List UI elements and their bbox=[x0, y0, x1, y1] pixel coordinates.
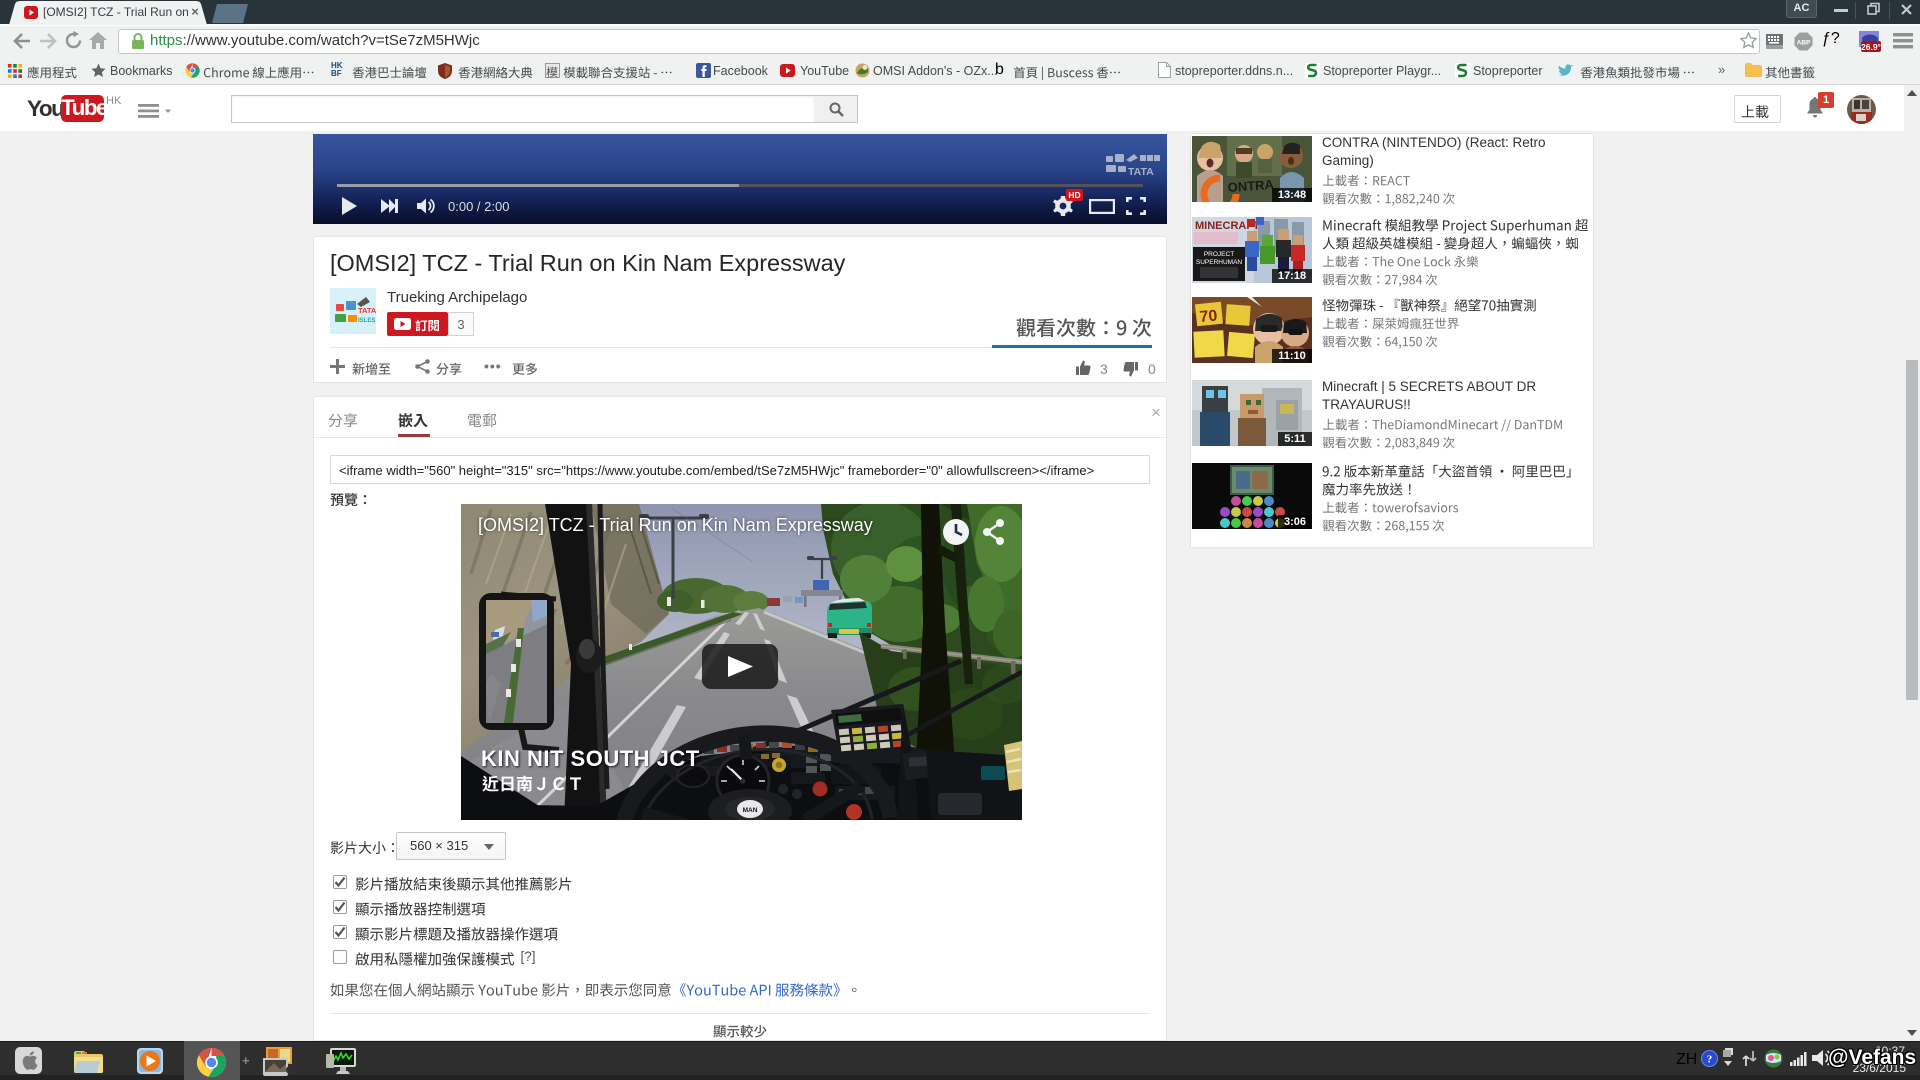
svg-text:TATA: TATA bbox=[1128, 166, 1154, 178]
svg-text:MAN: MAN bbox=[743, 807, 758, 814]
svg-text:?: ? bbox=[1707, 1054, 1713, 1066]
svg-text:PROJECT: PROJECT bbox=[1204, 251, 1234, 258]
svg-text:SUPERHUMAN: SUPERHUMAN bbox=[1196, 259, 1243, 266]
svg-text:26.9°: 26.9° bbox=[1861, 42, 1881, 52]
svg-text:70: 70 bbox=[1199, 307, 1218, 325]
svg-text:ISLES: ISLES bbox=[358, 318, 375, 324]
svg-text:ABP: ABP bbox=[1797, 40, 1811, 47]
svg-text:TATA: TATA bbox=[358, 306, 376, 315]
